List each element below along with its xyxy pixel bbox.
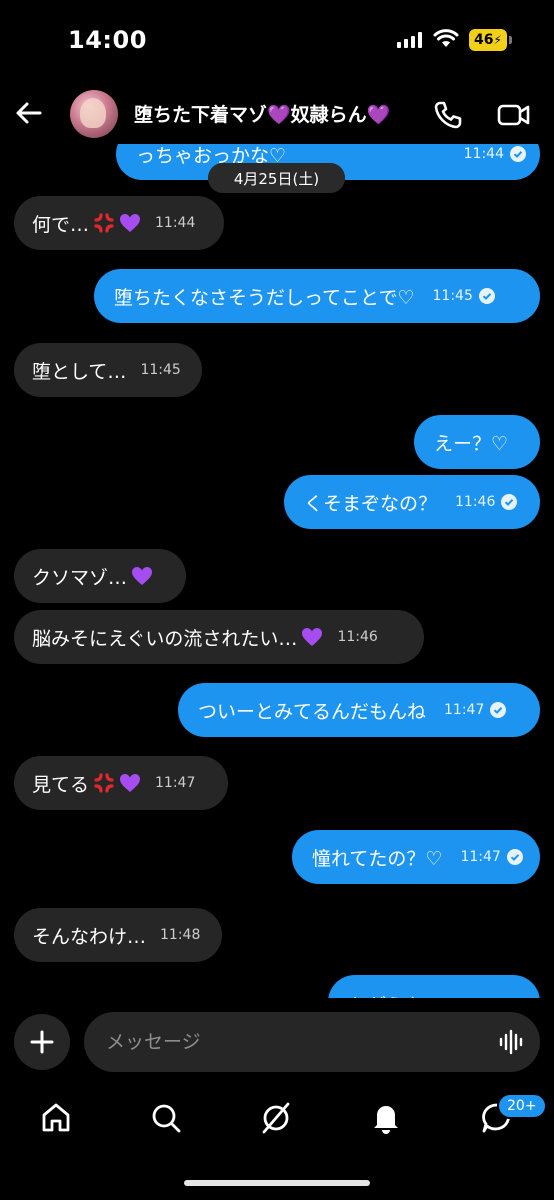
message-time: 11:47 <box>460 849 501 865</box>
phone-call-icon[interactable] <box>432 99 464 131</box>
grok-slash-icon[interactable] <box>258 1100 294 1136</box>
wifi-icon <box>433 29 459 47</box>
purple-heart-icon <box>302 628 323 646</box>
message-text: クソマゾ… <box>32 566 128 589</box>
battery-icon: 46 ⚡ <box>469 29 512 51</box>
message-input[interactable] <box>106 1012 486 1072</box>
purple-heart-icon <box>120 214 141 232</box>
plus-icon <box>30 1030 54 1054</box>
message-bubble-incoming[interactable]: 堕として… 11:45 <box>14 343 202 397</box>
avatar[interactable] <box>70 90 118 138</box>
message-time: 11:47 <box>155 775 196 791</box>
back-arrow-icon[interactable] <box>12 96 46 130</box>
message-bubble-outgoing[interactable]: 憧れてたの？♡ 11:47 <box>292 830 540 884</box>
search-icon[interactable] <box>148 1100 184 1136</box>
message-bubble-outgoing[interactable]: 堕ちたくなさそうだしってことで♡ 11:45 <box>94 269 540 323</box>
message-time: 11:47 <box>444 702 485 718</box>
status-time: 14:00 <box>68 26 147 54</box>
message-time: 11:46 <box>455 494 496 510</box>
video-call-icon[interactable] <box>497 100 531 130</box>
message-time: 11:45 <box>140 362 181 378</box>
message-text: 見てる <box>32 773 90 796</box>
message-time: 11:44 <box>155 215 196 231</box>
message-time: 11:46 <box>337 629 378 645</box>
anger-symbol-icon <box>94 773 114 793</box>
message-text: えー？♡ <box>434 432 509 455</box>
voice-message-icon[interactable] <box>498 1029 524 1055</box>
message-text: そんなわけ… <box>32 925 147 948</box>
read-check-icon <box>490 702 507 718</box>
read-check-icon <box>506 849 523 865</box>
message-time: 11:44 <box>463 146 504 162</box>
message-text: 憧れてたの？♡ <box>312 847 443 870</box>
message-bubble-outgoing[interactable]: ついーとみてるんだもんね 11:47 <box>178 683 540 737</box>
message-time: 11:48 <box>160 927 201 943</box>
read-check-icon <box>478 288 495 304</box>
bottom-navigation <box>0 1090 554 1146</box>
purple-heart-icon <box>120 774 141 792</box>
battery-level: 46 <box>474 32 494 48</box>
add-attachment-button[interactable] <box>14 1014 70 1070</box>
home-icon[interactable] <box>38 1100 74 1136</box>
message-text: くそまぞなの？ <box>304 492 438 515</box>
notification-badge: 20+ <box>497 1093 547 1119</box>
message-bubble-incoming[interactable]: 何で… 11:44 <box>14 196 224 250</box>
message-bubble-incoming[interactable]: 見てる 11:47 <box>14 756 228 810</box>
bell-icon[interactable] <box>368 1100 404 1136</box>
message-bubble-outgoing[interactable]: くそまぞなの？ 11:46 <box>284 475 540 529</box>
message-bubble-incoming[interactable]: そんなわけ… 11:48 <box>14 908 222 962</box>
anger-symbol-icon <box>94 213 114 233</box>
purple-heart-icon <box>132 567 153 585</box>
message-bubble-incoming[interactable]: 脳みそにえぐいの流されたい… 11:46 <box>14 610 424 664</box>
message-bubble-outgoing[interactable]: えー？♡ <box>414 415 540 469</box>
message-text: 堕ちたくなさそうだしってことで♡ <box>114 286 415 309</box>
cellular-signal-icon <box>397 32 422 48</box>
status-bar: 14:00 46 ⚡ <box>0 0 554 82</box>
message-text: 堕として… <box>32 360 127 383</box>
read-check-icon <box>501 494 518 510</box>
home-indicator <box>184 1180 370 1186</box>
message-bubble-incoming[interactable]: クソマゾ… <box>14 549 186 603</box>
message-text: 何で… <box>32 213 90 236</box>
message-input-container <box>84 1012 540 1072</box>
message-time: 11:45 <box>432 288 473 304</box>
date-separator: 4月25日(土) <box>208 163 345 193</box>
message-text: ついーとみてるんだもんね <box>198 700 427 723</box>
chat-title[interactable]: 堕ちた下着マゾ💜奴隷らん💜 <box>134 100 390 127</box>
read-check-icon <box>510 146 526 162</box>
message-text: 脳みそにえぐいの流されたい… <box>32 627 298 650</box>
